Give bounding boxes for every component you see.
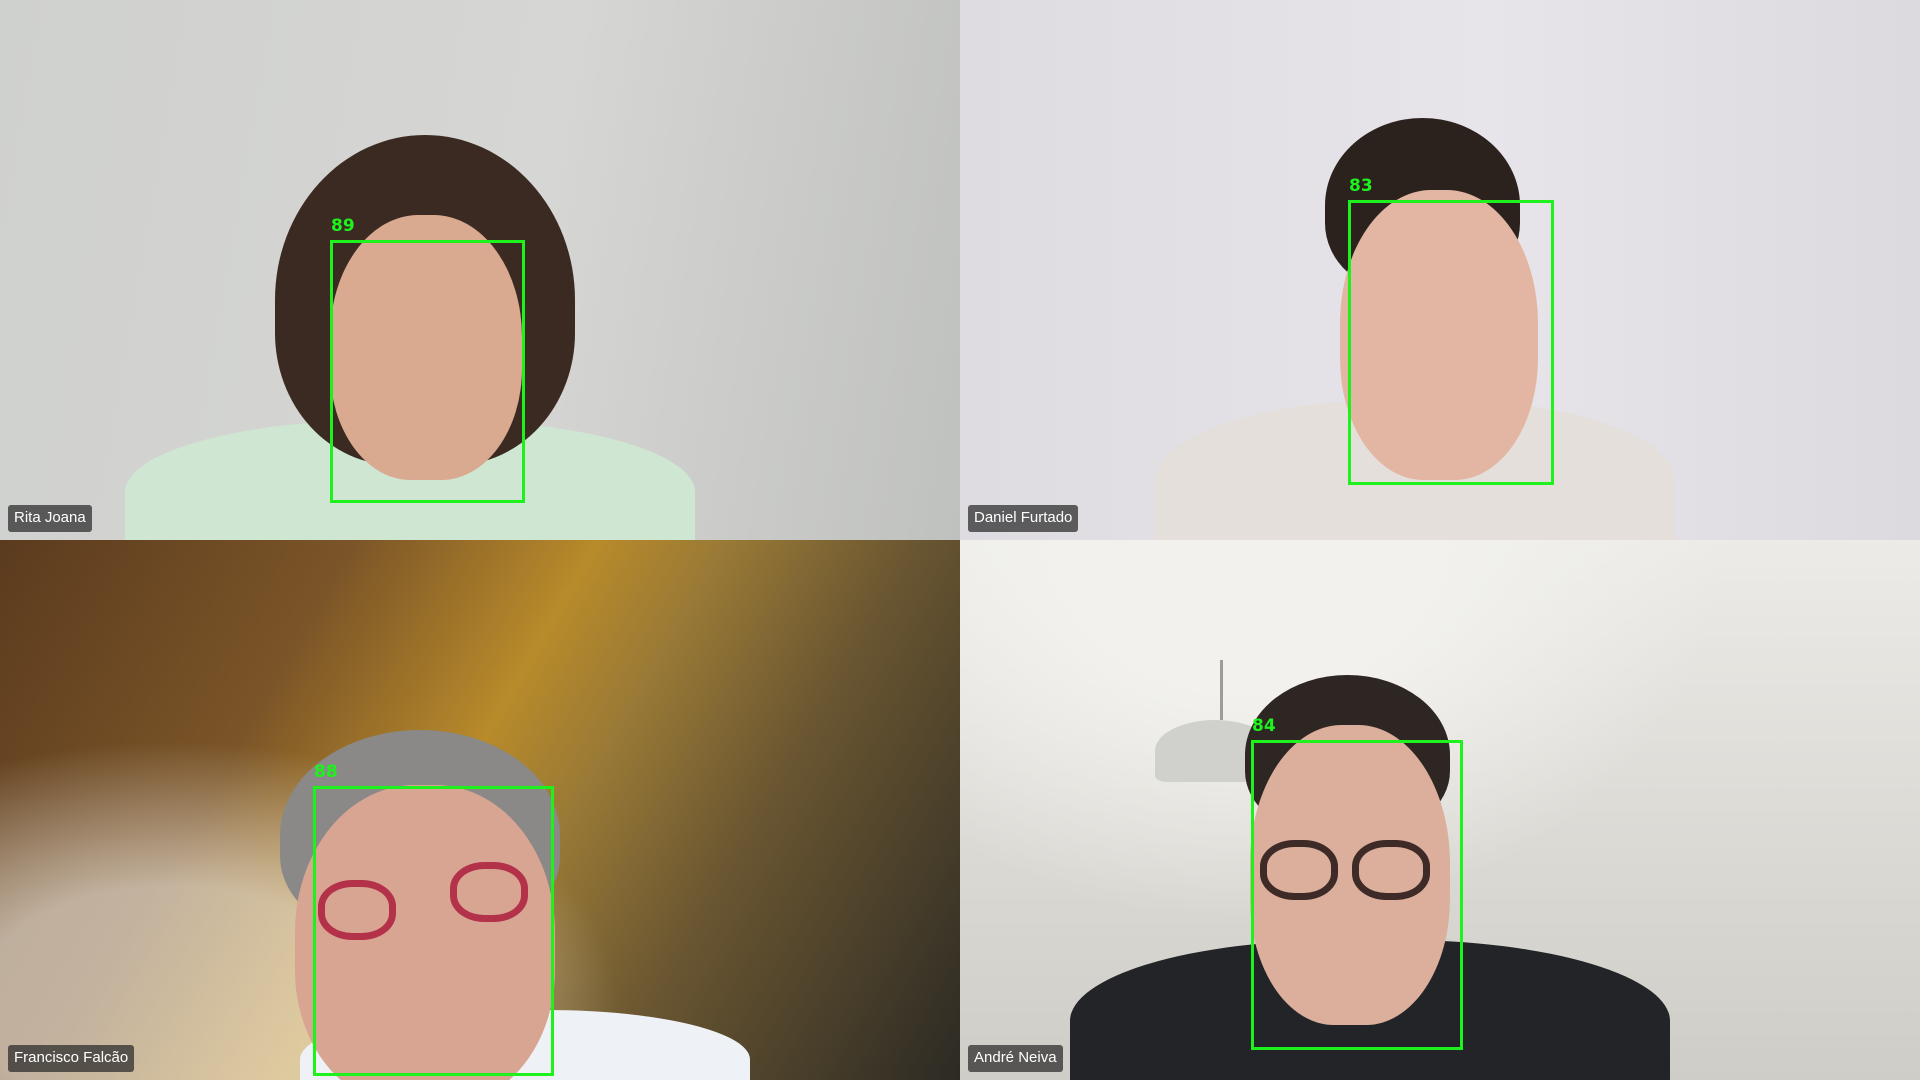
face-detection-box (1348, 200, 1554, 485)
face-detection-box (1251, 740, 1463, 1050)
video-tile-daniel-furtado[interactable]: 83 Daniel Furtado (960, 0, 1920, 540)
lamp-cord (1220, 660, 1223, 720)
face-detection-box (330, 240, 525, 503)
participant-name-tag: Francisco Falcão (8, 1045, 135, 1072)
video-tile-rita-joana[interactable]: 89 Rita Joana (0, 0, 960, 540)
face-detection-score: 88 (314, 762, 338, 782)
face-detection-score: 84 (1252, 716, 1276, 736)
video-tile-francisco-falcao[interactable]: 88 Francisco Falcão (0, 540, 960, 1080)
participant-name-tag: Rita Joana (8, 505, 92, 532)
face-detection-box (313, 786, 554, 1076)
video-grid: 89 Rita Joana 83 Daniel Furtado 88 Franc… (0, 0, 1920, 1080)
participant-name-tag: André Neiva (968, 1045, 1063, 1072)
video-tile-andre-neiva[interactable]: 84 André Neiva (960, 540, 1920, 1080)
face-detection-score: 83 (1349, 176, 1373, 196)
face-detection-score: 89 (331, 216, 355, 236)
participant-name-tag: Daniel Furtado (968, 505, 1079, 532)
